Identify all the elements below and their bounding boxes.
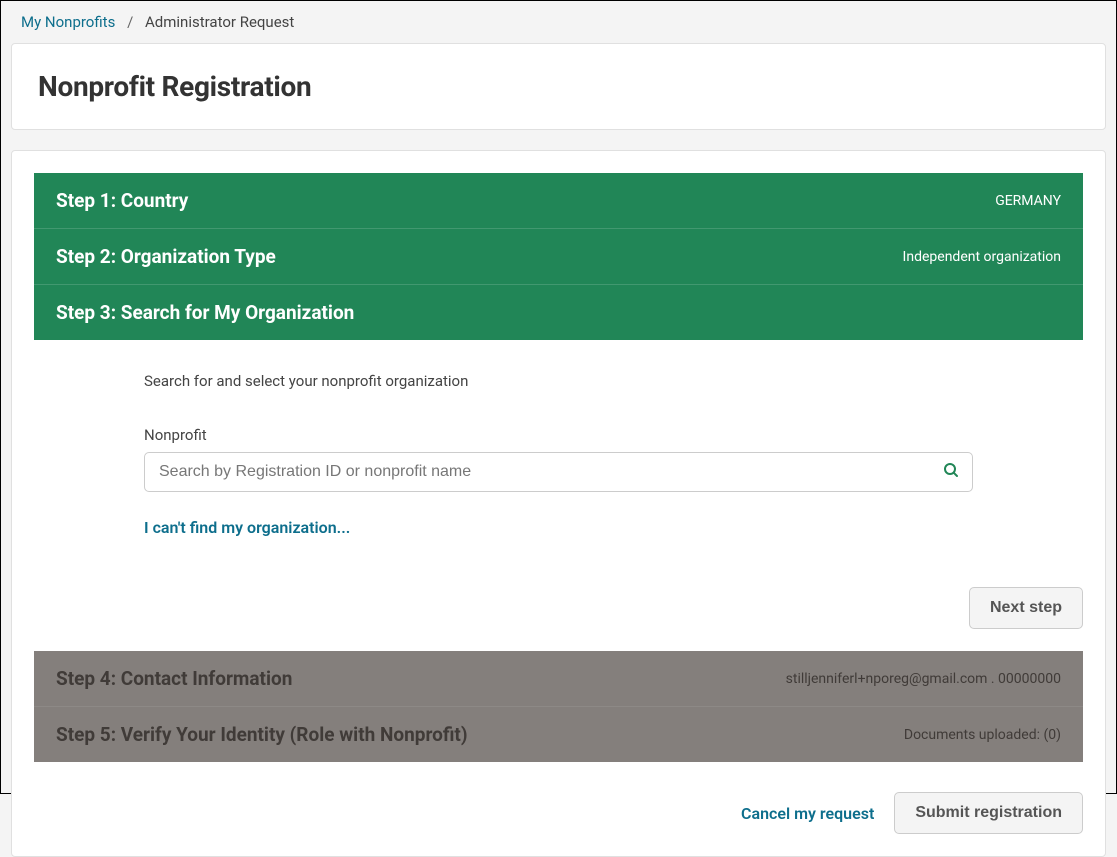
step-2-title: Step 2: Organization Type	[56, 245, 276, 268]
step-5-bar: Step 5: Verify Your Identity (Role with …	[34, 707, 1083, 762]
step-5-title: Step 5: Verify Your Identity (Role with …	[56, 723, 468, 746]
step-1-title: Step 1: Country	[56, 189, 188, 212]
footer-actions: Cancel my request Submit registration	[34, 792, 1083, 834]
registration-wizard: Step 1: Country GERMANY Step 2: Organiza…	[11, 150, 1106, 857]
cant-find-link[interactable]: I can't find my organization...	[144, 518, 350, 537]
step-4-value: stilljenniferl+nporeg@gmail.com . 000000…	[786, 671, 1061, 687]
nonprofit-search-input[interactable]	[144, 452, 973, 492]
step-3-bar[interactable]: Step 3: Search for My Organization	[34, 285, 1083, 340]
breadcrumb-root-link[interactable]: My Nonprofits	[21, 13, 115, 31]
nonprofit-field-label: Nonprofit	[144, 426, 973, 444]
breadcrumb: My Nonprofits / Administrator Request	[1, 1, 1116, 43]
page-header: Nonprofit Registration	[11, 43, 1106, 130]
breadcrumb-current: Administrator Request	[145, 13, 294, 31]
step-2-bar[interactable]: Step 2: Organization Type Independent or…	[34, 229, 1083, 285]
cant-find-row: I can't find my organization...	[144, 518, 973, 537]
step-5-value: Documents uploaded: (0)	[904, 727, 1061, 743]
breadcrumb-separator: /	[127, 13, 133, 31]
step-2-value: Independent organization	[903, 249, 1061, 265]
submit-registration-button[interactable]: Submit registration	[894, 792, 1083, 834]
step-1-value: GERMANY	[995, 193, 1061, 209]
search-description: Search for and select your nonprofit org…	[144, 372, 973, 390]
step-1-bar[interactable]: Step 1: Country GERMANY	[34, 173, 1083, 229]
next-step-button[interactable]: Next step	[969, 587, 1083, 629]
step-3-body: Search for and select your nonprofit org…	[34, 340, 1083, 559]
step-4-bar: Step 4: Contact Information stilljennife…	[34, 651, 1083, 707]
page-title: Nonprofit Registration	[38, 70, 1079, 103]
step-3-title: Step 3: Search for My Organization	[56, 301, 354, 324]
step-4-title: Step 4: Contact Information	[56, 667, 292, 690]
cancel-request-link[interactable]: Cancel my request	[741, 804, 874, 823]
next-step-row: Next step	[34, 587, 1083, 629]
search-input-wrap	[144, 452, 973, 492]
